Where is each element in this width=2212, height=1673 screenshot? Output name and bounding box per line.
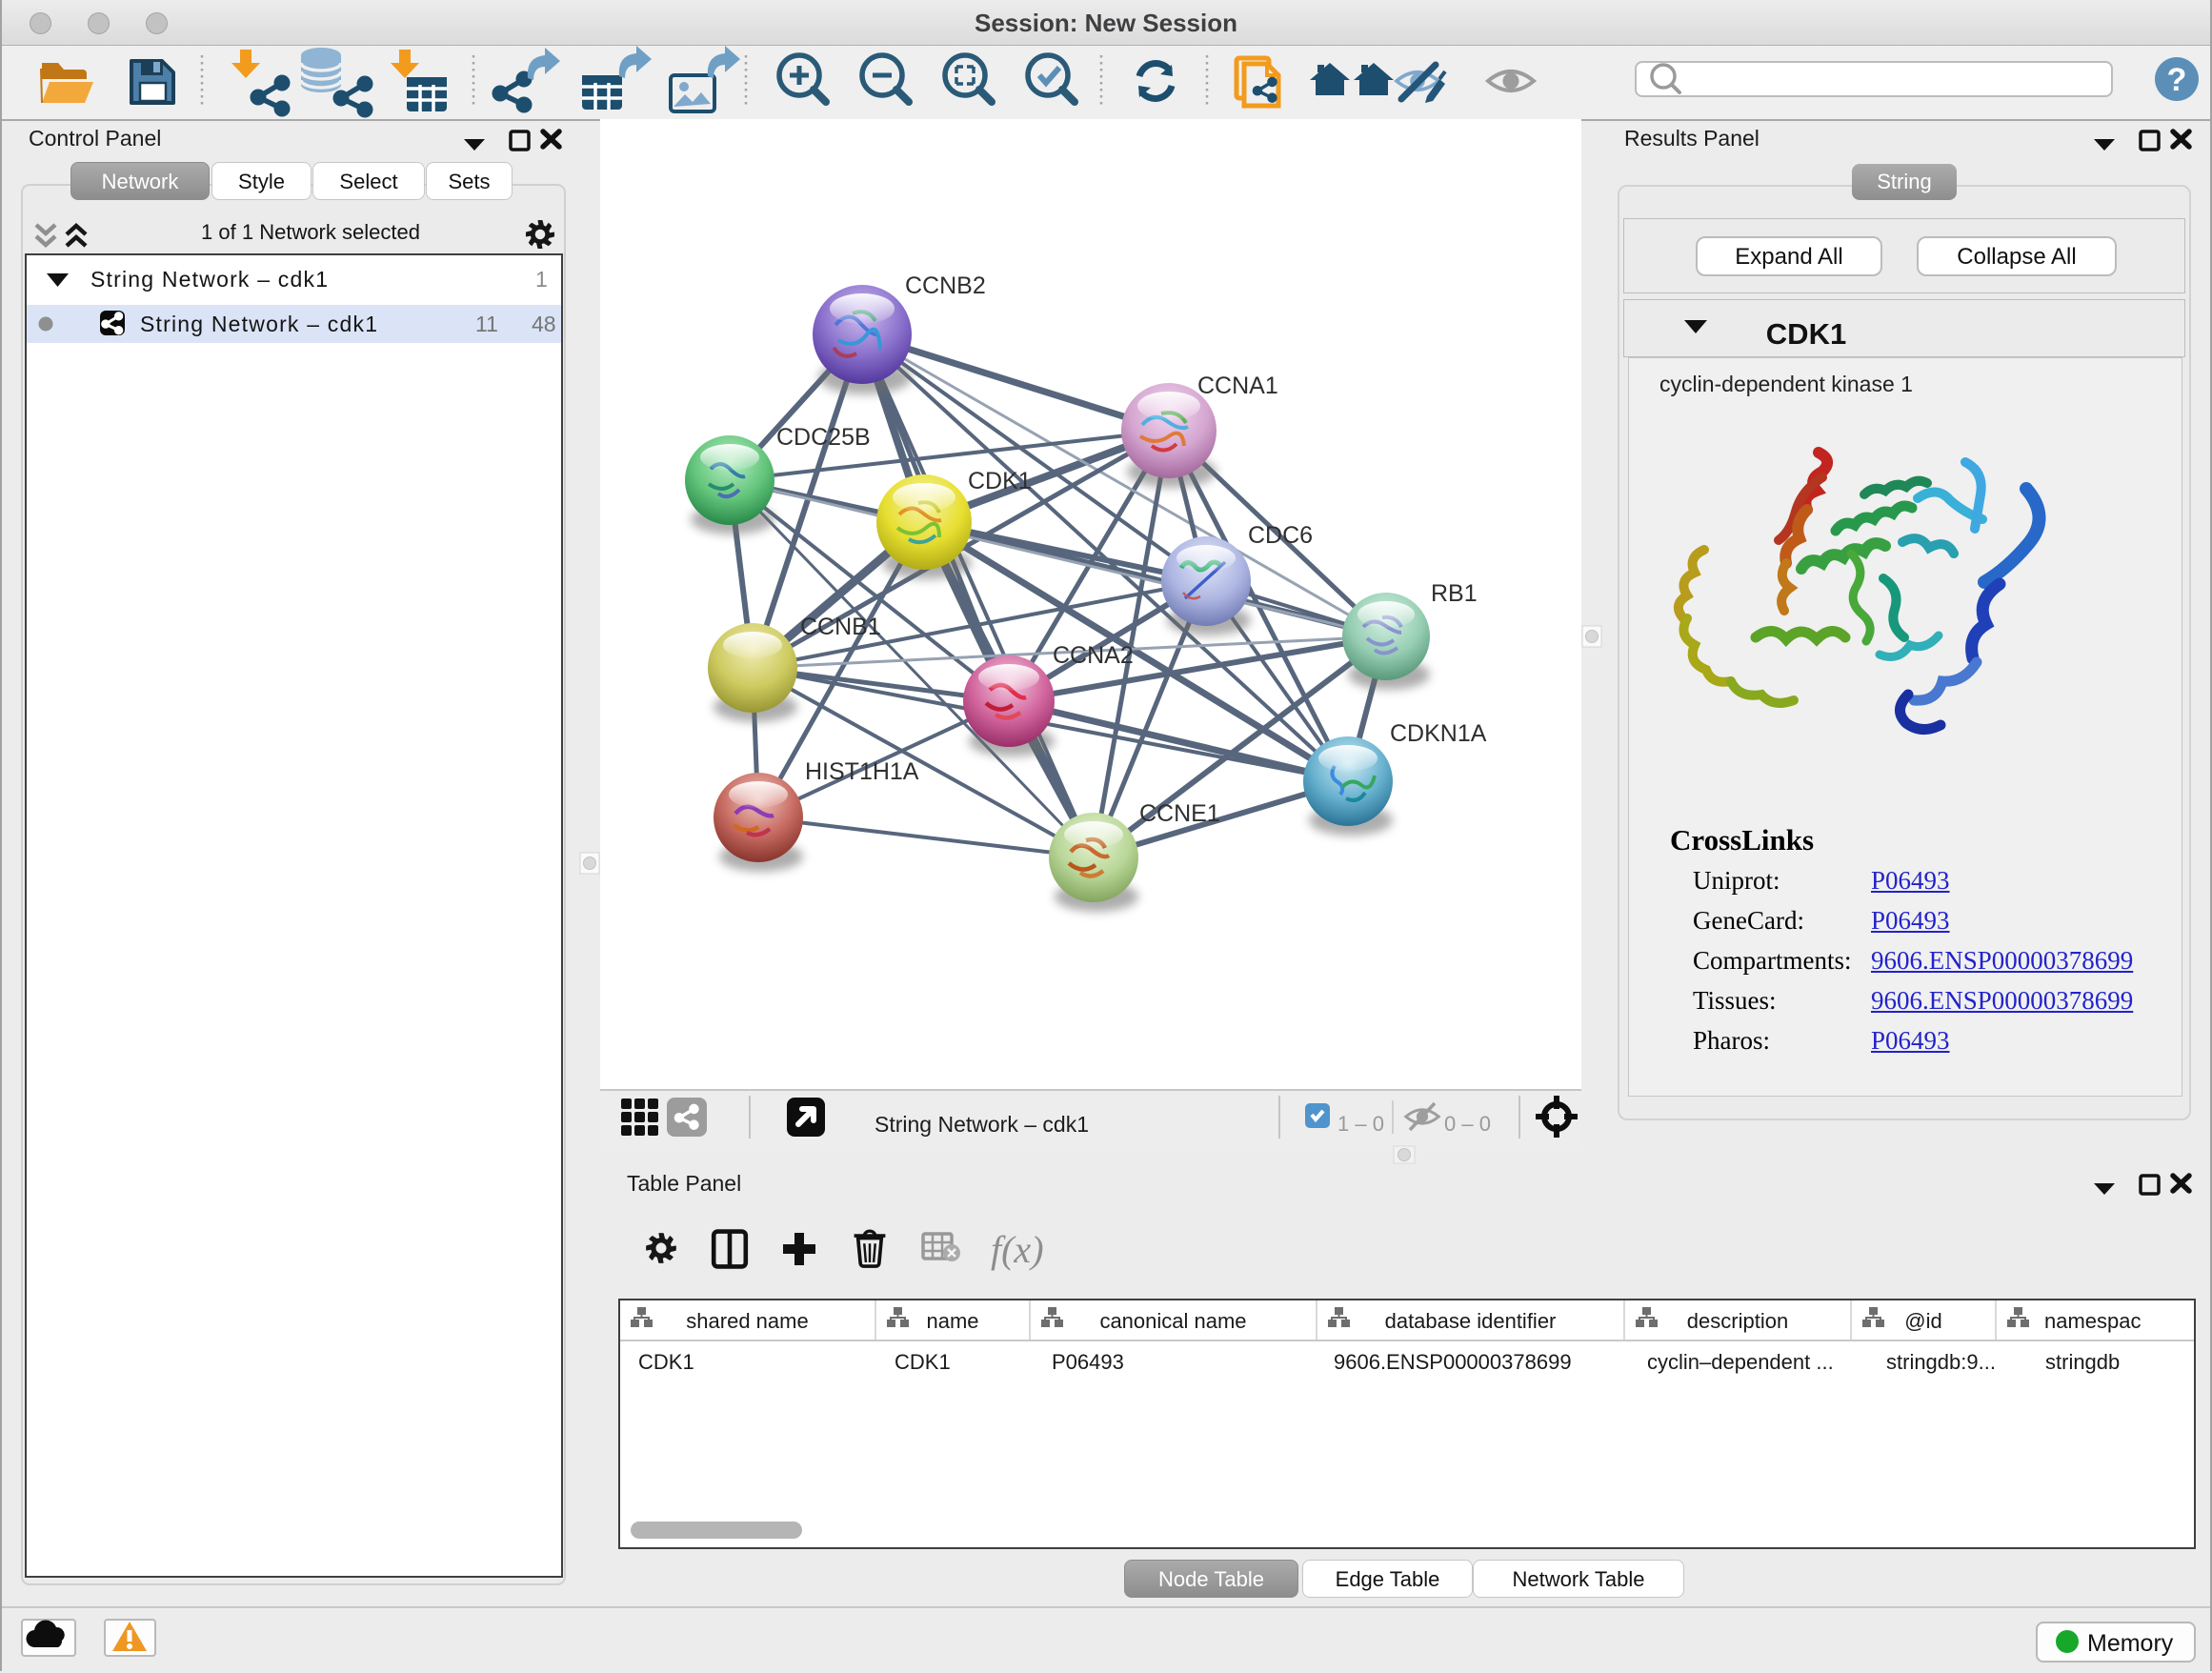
svg-text:RB1: RB1	[1431, 580, 1478, 607]
svg-text:CDK1: CDK1	[968, 468, 1032, 494]
svg-text:CCNA2: CCNA2	[1053, 642, 1134, 669]
svg-text:HIST1H1A: HIST1H1A	[805, 758, 919, 785]
svg-text:CDC6: CDC6	[1248, 522, 1313, 549]
svg-text:CCNB1: CCNB1	[800, 614, 881, 640]
svg-text:f(x): f(x)	[991, 1228, 1044, 1271]
svg-text:CDKN1A: CDKN1A	[1390, 720, 1487, 747]
svg-text:CCNA1: CCNA1	[1197, 373, 1278, 399]
svg-text:CCNB2: CCNB2	[905, 272, 986, 299]
svg-text:CDC25B: CDC25B	[776, 424, 871, 451]
svg-text:CCNE1: CCNE1	[1139, 800, 1220, 827]
